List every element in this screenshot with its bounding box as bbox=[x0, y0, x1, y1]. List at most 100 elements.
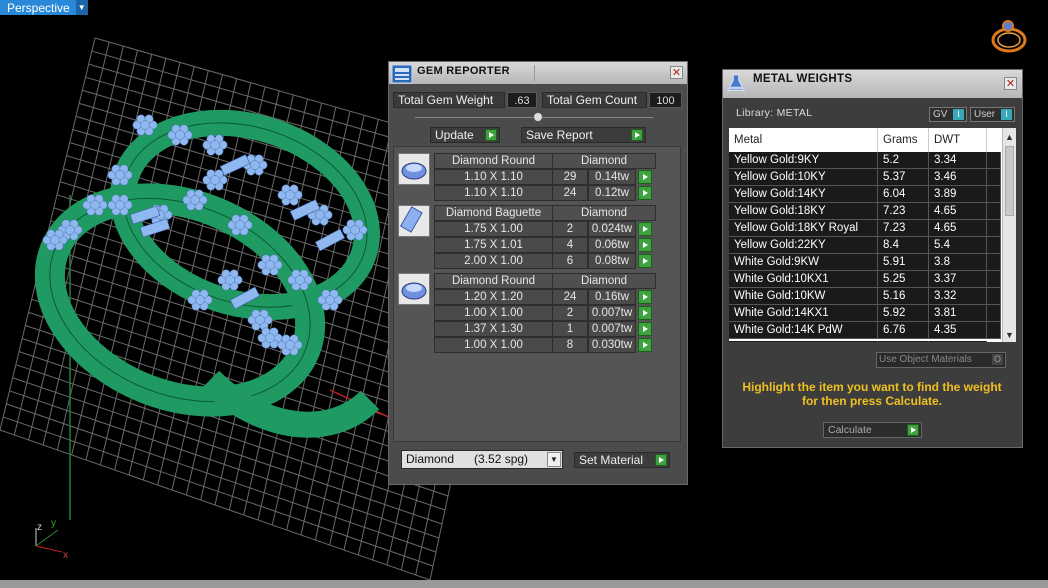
metal-name-cell: Yellow Gold:10KY bbox=[729, 169, 878, 186]
play-arrow-icon[interactable] bbox=[638, 222, 652, 236]
table-row[interactable]: White Gold:10KX1 5.25 3.37 bbox=[729, 271, 1001, 288]
play-arrow-icon bbox=[631, 129, 643, 141]
metal-weights-titlebar[interactable]: METAL WEIGHTS ✕ bbox=[723, 70, 1022, 98]
play-arrow-icon[interactable] bbox=[638, 170, 652, 184]
material-select-value: Diamond (3.52 spg) bbox=[406, 452, 529, 466]
table-row-partial[interactable] bbox=[729, 341, 1001, 342]
table-scrollbar[interactable]: ▲ ▼ bbox=[1002, 128, 1016, 342]
calculate-button[interactable]: Calculate bbox=[823, 422, 922, 438]
grams-cell: 7.23 bbox=[878, 220, 929, 237]
scroll-up-icon[interactable]: ▲ bbox=[1003, 130, 1016, 144]
close-icon[interactable]: ✕ bbox=[1004, 77, 1017, 90]
dwt-cell: 3.81 bbox=[929, 305, 987, 322]
gem-count-cell: 24 bbox=[552, 185, 588, 201]
metal-name-cell: White Gold:9KW bbox=[729, 254, 878, 271]
gem-size-cell: 1.00 X 1.00 bbox=[434, 337, 553, 353]
chevron-down-icon[interactable]: ▼ bbox=[547, 452, 561, 467]
column-header-dwt[interactable]: DWT bbox=[929, 128, 987, 152]
column-header-grams[interactable]: Grams bbox=[878, 128, 929, 152]
table-row[interactable]: Yellow Gold:22KY 8.4 5.4 bbox=[729, 237, 1001, 254]
gem-shape-header: Diamond Round bbox=[434, 273, 553, 289]
gv-toggle[interactable]: GV I bbox=[929, 107, 967, 122]
gem-size-cell: 1.37 X 1.30 bbox=[434, 321, 553, 337]
update-button[interactable]: Update bbox=[430, 127, 500, 143]
gem-size-cell: 1.75 X 1.00 bbox=[434, 221, 553, 237]
round-gem-icon[interactable] bbox=[398, 153, 430, 185]
table-row[interactable]: Yellow Gold:10KY 5.37 3.46 bbox=[729, 169, 1001, 186]
play-arrow-icon[interactable] bbox=[638, 338, 652, 352]
table-row[interactable]: Yellow Gold:14KY 6.04 3.89 bbox=[729, 186, 1001, 203]
table-row[interactable]: Yellow Gold:18KY Royal 7.23 4.65 bbox=[729, 220, 1001, 237]
gem-weight-cell: 0.007tw bbox=[588, 305, 636, 321]
ring-logo-icon[interactable] bbox=[988, 14, 1030, 56]
gem-size-cell: 1.10 X 1.10 bbox=[434, 169, 553, 185]
play-arrow-icon[interactable] bbox=[638, 290, 652, 304]
scroll-down-icon[interactable]: ▼ bbox=[1003, 328, 1016, 342]
gem-weight-cell: 0.06tw bbox=[588, 237, 636, 253]
play-arrow-icon[interactable] bbox=[638, 254, 652, 268]
gem-material-header: Diamond bbox=[552, 273, 656, 289]
play-arrow-icon bbox=[907, 424, 919, 436]
chevron-down-icon[interactable]: ▼ bbox=[75, 0, 88, 15]
save-report-button[interactable]: Save Report bbox=[521, 127, 646, 143]
metal-name-cell: Yellow Gold:9KY bbox=[729, 152, 878, 169]
gem-reporter-titlebar[interactable]: GEM REPORTER ✕ bbox=[389, 62, 687, 84]
flask-icon bbox=[727, 74, 745, 91]
table-row[interactable]: Yellow Gold:18KY 7.23 4.65 bbox=[729, 203, 1001, 220]
table-row[interactable]: White Gold:14KX1 5.92 3.81 bbox=[729, 305, 1001, 322]
metal-name-cell: Yellow Gold:22KY bbox=[729, 237, 878, 254]
gizmo-z-label: z bbox=[37, 522, 42, 533]
toggle-indicator-icon: I bbox=[953, 109, 964, 120]
use-object-materials-toggle[interactable]: Use Object Materials O bbox=[876, 352, 1006, 368]
total-gem-count-value: 100 bbox=[649, 92, 682, 108]
scroll-thumb[interactable] bbox=[1005, 146, 1014, 216]
close-icon[interactable]: ✕ bbox=[670, 66, 683, 79]
metal-name-cell: Yellow Gold:18KY bbox=[729, 203, 878, 220]
play-arrow-icon[interactable] bbox=[638, 238, 652, 252]
material-select[interactable]: Diamond (3.52 spg) ▼ bbox=[401, 450, 563, 469]
gem-shape-header: Diamond Round bbox=[434, 153, 553, 169]
baguette-gem-icon[interactable] bbox=[398, 205, 430, 237]
gem-weight-cell: 0.024tw bbox=[588, 221, 636, 237]
gem-size-cell: 2.00 X 1.00 bbox=[434, 253, 553, 269]
set-material-button[interactable]: Set Material bbox=[574, 452, 670, 468]
gem-count-cell: 29 bbox=[552, 169, 588, 185]
slider-handle[interactable] bbox=[533, 112, 543, 122]
gizmo-y-label: y bbox=[51, 518, 56, 529]
play-arrow-icon[interactable] bbox=[638, 306, 652, 320]
gem-size-cell: 1.20 X 1.20 bbox=[434, 289, 553, 305]
metal-name-cell: White Gold:14KX1 bbox=[729, 305, 878, 322]
play-arrow-icon[interactable] bbox=[638, 186, 652, 200]
user-toggle-label: User bbox=[974, 109, 996, 120]
gem-weight-cell: 0.14tw bbox=[588, 169, 636, 185]
table-row[interactable]: Yellow Gold:9KY 5.2 3.34 bbox=[729, 152, 1001, 169]
table-row[interactable]: White Gold:14K PdW 6.76 4.35 bbox=[729, 322, 1001, 339]
empty-cell bbox=[987, 322, 1001, 339]
column-header-metal[interactable]: Metal bbox=[729, 128, 878, 152]
user-toggle[interactable]: User I bbox=[970, 107, 1015, 122]
empty-cell bbox=[987, 169, 1001, 186]
table-row[interactable]: White Gold:9KW 5.91 3.8 bbox=[729, 254, 1001, 271]
empty-cell bbox=[987, 152, 1001, 169]
gizmo-x-label: x bbox=[63, 550, 68, 561]
gem-reporter-title: GEM REPORTER bbox=[417, 65, 510, 77]
viewport-label[interactable]: Perspective ▼ bbox=[0, 0, 88, 15]
grams-cell: 5.16 bbox=[878, 288, 929, 305]
viewport-label-text: Perspective bbox=[7, 0, 70, 15]
axis-gizmo: z y x bbox=[35, 518, 68, 561]
dwt-cell: 3.34 bbox=[929, 152, 987, 169]
round-gem-icon[interactable] bbox=[398, 273, 430, 305]
dwt-cell: 3.46 bbox=[929, 169, 987, 186]
titlebar-divider bbox=[534, 65, 671, 81]
gem-count-cell: 2 bbox=[552, 221, 588, 237]
metal-name-cell: Yellow Gold:18KY Royal bbox=[729, 220, 878, 237]
table-row[interactable]: White Gold:10KW 5.16 3.32 bbox=[729, 288, 1001, 305]
metal-table: Metal Grams DWT Yellow Gold:9KY 5.2 3.34 Ye… bbox=[729, 128, 1016, 342]
gem-count-cell: 8 bbox=[552, 337, 588, 353]
metal-weights-title: METAL WEIGHTS bbox=[753, 73, 853, 85]
play-arrow-icon bbox=[655, 454, 667, 466]
gem-count-cell: 4 bbox=[552, 237, 588, 253]
grams-cell: 6.76 bbox=[878, 322, 929, 339]
play-arrow-icon[interactable] bbox=[638, 322, 652, 336]
metal-name-cell: Yellow Gold:14KY bbox=[729, 186, 878, 203]
